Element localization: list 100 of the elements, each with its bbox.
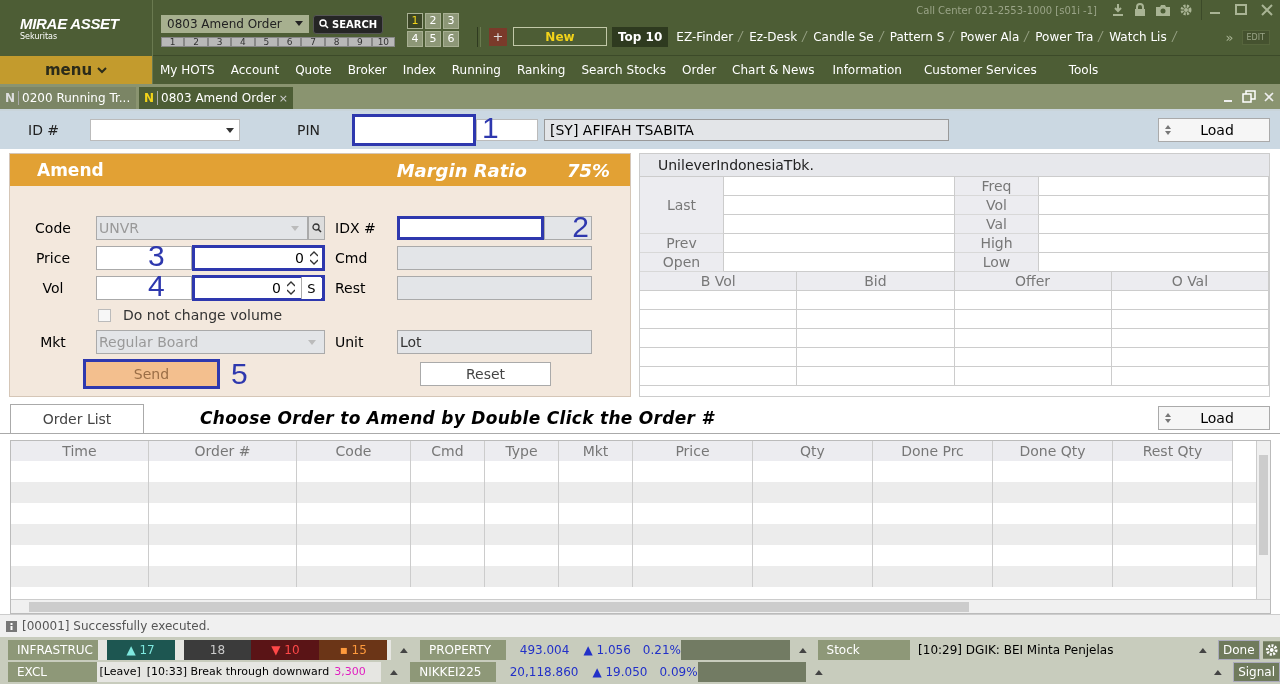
menu-item[interactable]: Account [223,63,289,78]
column-header: Offer [954,272,1112,292]
tab-close-button[interactable]: × [278,91,289,105]
lock-icon[interactable] [1133,3,1147,17]
screen-slot-button[interactable]: 6 [278,36,302,47]
shortcut-link[interactable]: Candle Se [813,29,874,44]
menu-item[interactable]: My HOTS [153,63,224,78]
screen-slot-button[interactable]: 8 [324,36,349,47]
screen-dropdown[interactable]: 0803 Amend Order [161,14,309,33]
ticker-label: EXCL [8,661,98,682]
quote-label: Val [955,215,1039,235]
quote-label: Freq [955,177,1039,197]
camera-icon[interactable] [1155,3,1171,17]
load-button[interactable]: Load [1158,406,1270,431]
shortcut-link[interactable]: Watch Lis [1109,29,1167,44]
s-button[interactable]: S [301,277,321,300]
price-spinner[interactable]: 0 [192,245,325,272]
sort-icon [1165,413,1171,424]
menu-item[interactable]: Customer Services [916,63,1046,78]
menu-button[interactable]: menu [0,56,152,84]
menu-item[interactable]: Tools [1061,63,1108,78]
column-header: Price [633,441,753,462]
vol-spinner[interactable]: 0 S [192,275,325,302]
caret-icon [295,21,303,27]
order-list-tab[interactable]: Order List [10,404,144,434]
ticker-count: ▲ 17 [106,639,175,660]
search-button[interactable]: SEARCH [313,14,384,34]
shortcut-link[interactable]: EZ-Finder [676,29,734,44]
price-input-field[interactable] [96,246,192,271]
screen-slot-button[interactable]: 3 [207,36,232,47]
chevron-down-icon [97,66,108,74]
pin-field[interactable] [352,114,476,147]
scroll-up-icon[interactable] [1214,668,1223,675]
status-button[interactable]: Done [1217,639,1260,660]
screen-slot-button[interactable]: 2 [184,36,208,47]
scroll-up-icon[interactable] [400,646,408,653]
screen-slot-button[interactable]: 9 [348,36,372,47]
menu-item[interactable]: Order [675,63,726,78]
panel-title: Amend [37,160,104,181]
quote-label: Open [640,253,724,273]
idx-extra-field [544,216,592,241]
menu-item[interactable]: Ranking [509,63,575,78]
screen-slot-button[interactable]: 5 [254,36,279,47]
menu-item[interactable]: Quote [288,63,341,78]
status-button[interactable]: Signal [1233,661,1280,682]
account-name-field: [SY] AFIFAH TSABITA [544,119,949,142]
callout-number: 2 [572,212,589,243]
screen-slot-button[interactable]: 1 [161,36,185,47]
checkbox[interactable] [98,308,111,322]
scroll-up-icon[interactable] [815,668,823,675]
download-icon[interactable] [1111,3,1125,17]
idx-field[interactable] [397,216,544,241]
horizontal-scrollbar[interactable] [11,599,1270,614]
close-icon[interactable] [1262,89,1276,104]
window-tab[interactable]: N 0803 Amend Order × [139,87,294,110]
top-button[interactable]: Top 10 [612,26,669,47]
scroll-up-icon[interactable] [1199,646,1207,653]
tab-label: 0803 Amend Order [161,91,276,106]
settings-icon[interactable] [1262,640,1280,659]
vertical-scrollbar[interactable] [1256,441,1270,600]
menu-item[interactable]: Search Stocks [574,63,675,78]
menu-item[interactable]: Chart & News [725,63,824,78]
menu-item[interactable]: Index [395,63,445,78]
load-button[interactable]: Load [1158,118,1270,143]
menu-item[interactable]: Running [444,63,510,78]
menu-item[interactable]: Information [825,63,911,78]
scroll-up-icon[interactable] [390,668,399,675]
settings-icon[interactable] [1179,3,1193,17]
pin-extra-field[interactable] [476,119,538,142]
reset-button[interactable]: Reset [420,362,551,387]
shortcut-link[interactable]: Ez-Desk [749,29,798,44]
add-button[interactable]: + [489,27,507,46]
unit-label: Unit [334,334,365,351]
search-button[interactable] [308,216,325,241]
shortcut-link[interactable]: Power Tra [1035,29,1094,44]
screen-slot-button[interactable]: 4 [231,36,255,47]
alert-price: 3,300 [334,663,366,680]
menu-item[interactable]: Broker [340,63,396,78]
window-tab[interactable]: N 0200 Running Tr... [0,87,136,110]
new-button[interactable]: New [513,27,607,47]
column-header: Type [485,441,559,462]
search-icon [311,223,322,234]
shortcut-link[interactable]: Power Ala [960,29,1020,44]
vol-input-field[interactable] [96,276,192,301]
layout-button[interactable]: 1 [407,12,423,29]
instruction-text: Choose Order to Amend by Double Click the Order # [200,408,714,429]
ticker-count: ▪ 15 [319,639,388,660]
alert-text: [10:33] Break through downward [146,663,330,680]
screen-slot-button[interactable]: 7 [301,36,325,47]
caret-icon [226,127,234,133]
screen-slot-button[interactable]: 10 [371,36,396,47]
ticker-count: 18 [183,639,252,660]
restore-icon[interactable] [1242,89,1256,104]
pin-label: PIN [297,122,322,139]
index-percent: 0.09% [659,663,698,681]
account-dropdown[interactable] [90,119,240,142]
tab-prefix: N [144,91,159,106]
vol-label: Vol [41,280,65,297]
scroll-up-icon[interactable] [798,646,807,653]
shortcut-link[interactable]: Pattern S [889,29,945,44]
